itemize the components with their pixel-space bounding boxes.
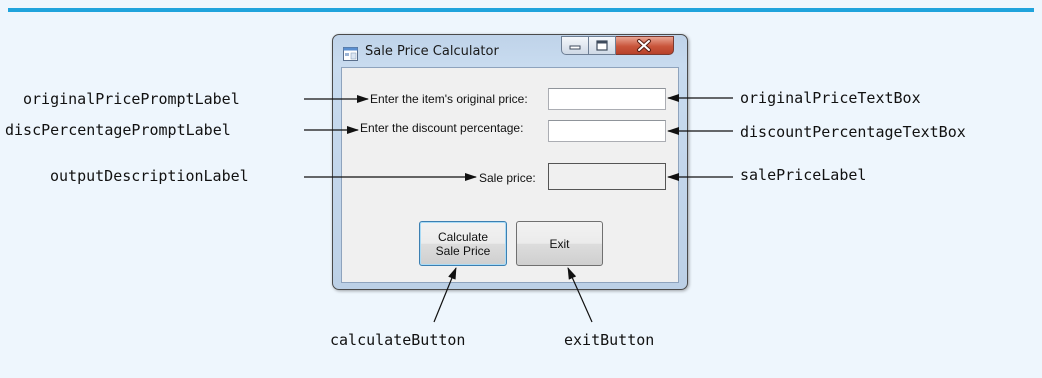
leader-exit-button bbox=[567, 267, 593, 323]
callout-leaders bbox=[304, 94, 733, 323]
callout-disc-percentage-prompt-label: discPercentagePromptLabel bbox=[5, 121, 231, 139]
callout-exit-button: exitButton bbox=[564, 331, 655, 349]
callout-original-price-textbox: originalPriceTextBox bbox=[740, 89, 921, 107]
callout-discount-percentage-textbox: discountPercentageTextBox bbox=[740, 123, 966, 141]
callout-calculate-button: calculateButton bbox=[330, 331, 466, 349]
figure-panel: Sale Price Calculator Enter the item's o… bbox=[0, 0, 1042, 378]
callout-output-description-label: outputDescriptionLabel bbox=[50, 167, 249, 185]
callout-sale-price-label: salePriceLabel bbox=[740, 166, 867, 184]
leader-calculate-button bbox=[433, 267, 457, 323]
callout-original-price-prompt-label: originalPricePromptLabel bbox=[23, 90, 240, 108]
